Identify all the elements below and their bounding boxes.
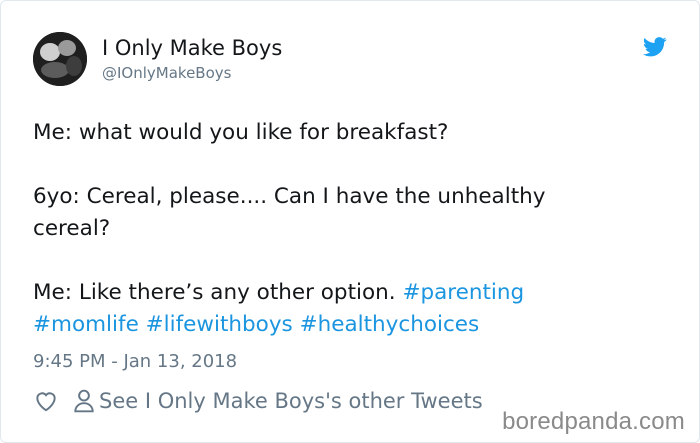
avatar-photo (33, 32, 87, 86)
avatar[interactable] (33, 32, 87, 86)
tweet-timestamp[interactable]: 9:45 PM - Jan 13, 2018 (33, 351, 237, 373)
person-icon (74, 389, 94, 413)
hashtag-link[interactable]: #parenting (402, 280, 524, 305)
tweet-line-text: Me: Like there’s any other option. (33, 280, 403, 305)
hashtag-link[interactable]: #momlife (33, 312, 139, 337)
user-handle[interactable]: @IOnlyMakeBoys (102, 64, 231, 82)
heart-icon[interactable] (33, 388, 59, 414)
twitter-bird-icon[interactable] (643, 37, 667, 57)
tweet-line: Me: what would you like for breakfast? (33, 120, 449, 145)
tweet-card: I Only Make Boys @IOnlyMakeBoys Me: what… (0, 0, 700, 443)
tweet-line: Me: Like there’s any other option. #pare… (33, 277, 653, 309)
tweet-line: #momlife #lifewithboys #healthychoices (33, 309, 653, 341)
tweet-line: cereal? (33, 216, 111, 241)
hashtag-link[interactable]: #lifewithboys (146, 312, 293, 337)
tweet-text: Me: what would you like for breakfast? 6… (33, 117, 653, 341)
hashtag-link[interactable]: #healthychoices (300, 312, 480, 337)
tweet-actions: See I Only Make Boys's other Tweets (33, 388, 483, 414)
display-name[interactable]: I Only Make Boys (102, 36, 282, 60)
see-other-tweets-link[interactable]: See I Only Make Boys's other Tweets (99, 388, 483, 414)
watermark: boredpanda.com (502, 408, 685, 435)
tweet-line: 6yo: Cereal, please.... Can I have the u… (33, 184, 546, 209)
